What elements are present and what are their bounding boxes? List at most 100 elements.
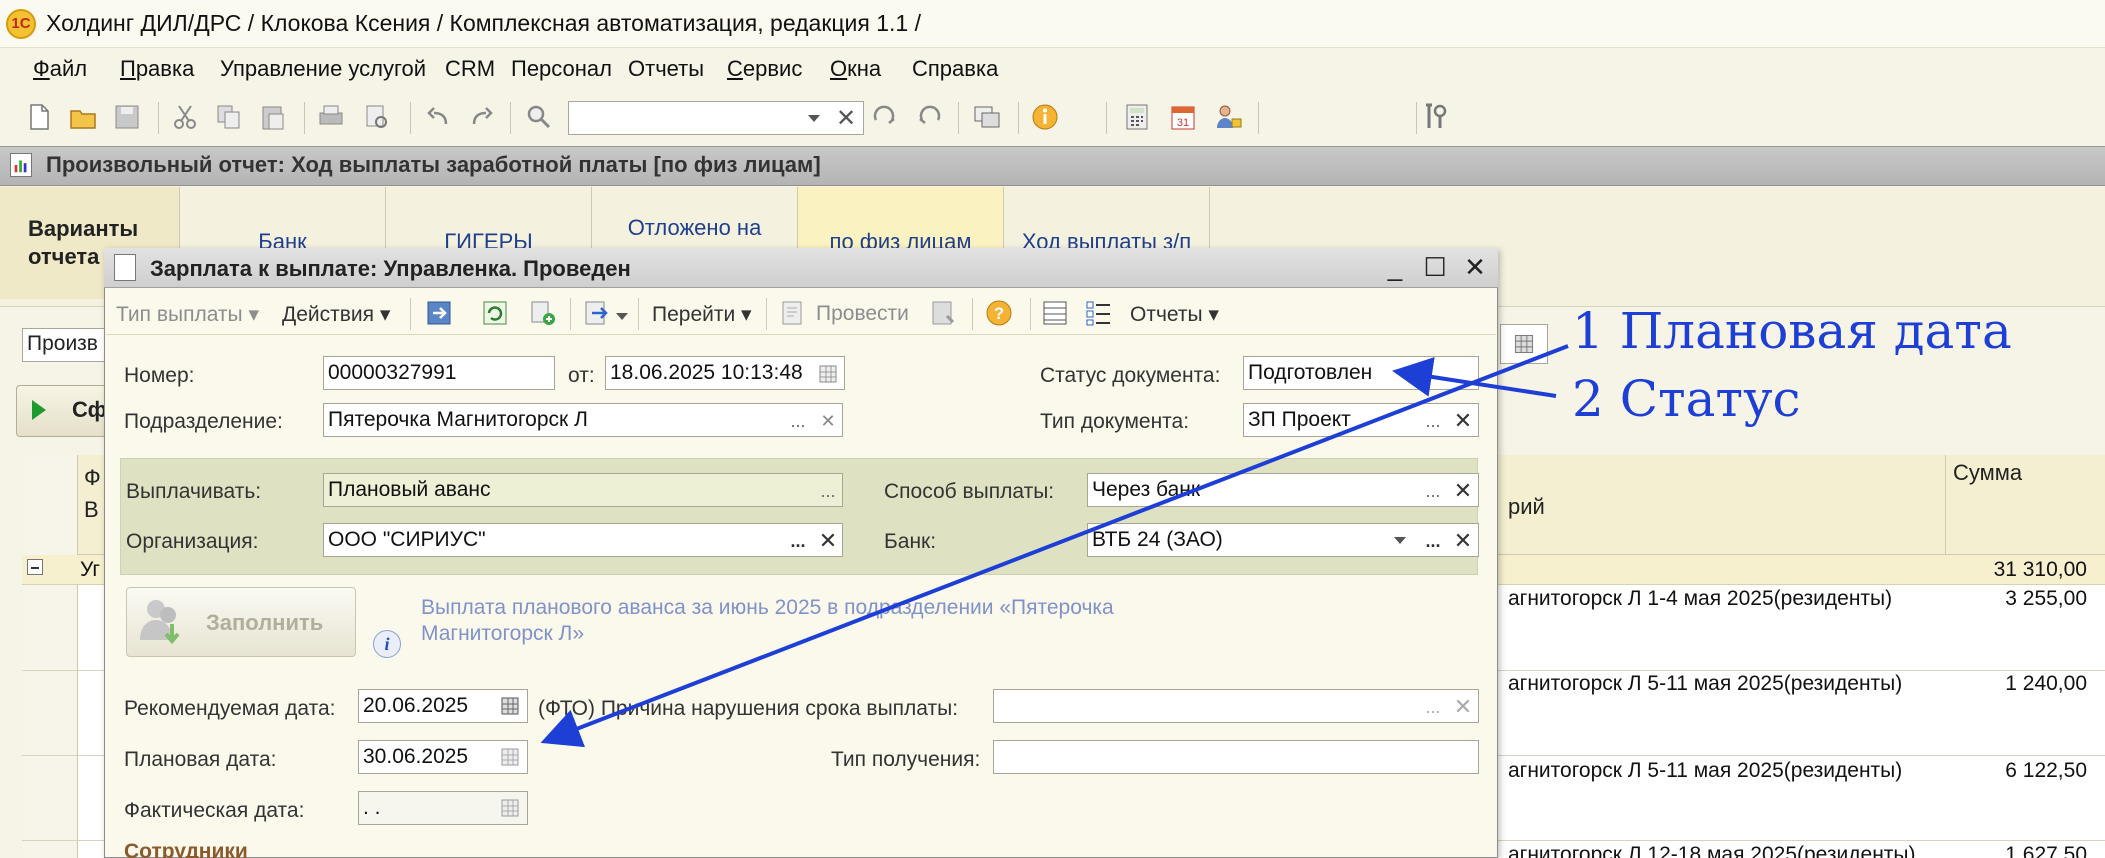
planned-date-label: Плановая дата: <box>124 748 277 771</box>
copy-document-icon[interactable] <box>528 298 558 328</box>
collapse-group-icon[interactable] <box>27 559 43 575</box>
enter-on-basis-icon[interactable] <box>582 298 612 328</box>
grid-row-sum: 3 255,00 <box>2005 587 2087 610</box>
reports-menu[interactable]: Отчеты ▾ <box>1130 302 1219 327</box>
calendar-icon[interactable] <box>500 798 520 818</box>
division-label: Подразделение: <box>124 410 283 433</box>
pay-type-menu[interactable]: Тип выплаты ▾ <box>116 302 259 327</box>
period-calendar-icon[interactable] <box>1500 324 1548 364</box>
info-help-icon[interactable] <box>1030 102 1060 132</box>
report-variant-select[interactable]: Произв <box>22 328 112 362</box>
redo-icon[interactable] <box>466 102 496 132</box>
menu-crm[interactable]: CRM <box>445 56 495 82</box>
number-label: Номер: <box>124 364 195 387</box>
delay-reason-clear-icon[interactable]: ✕ <box>1448 690 1478 724</box>
division-field[interactable]: Пятерочка Магнитогорск Л <box>323 403 843 437</box>
search-icon[interactable] <box>524 102 554 132</box>
maximize-button[interactable]: ☐ <box>1418 252 1452 284</box>
bank-select-button[interactable]: ... <box>1418 524 1448 558</box>
bank-dropdown-icon[interactable] <box>1394 537 1406 544</box>
refresh-icon[interactable] <box>480 298 510 328</box>
grid-row-text: агнитогорск Л 5-11 мая 2025(резиденты) <box>1508 672 1903 695</box>
save-icon[interactable] <box>112 102 142 132</box>
calendar-icon[interactable]: 31 <box>1168 102 1198 132</box>
status-label: Статус документа: <box>1040 364 1221 387</box>
organization-clear-icon[interactable]: ✕ <box>813 524 843 558</box>
delay-reason-field[interactable] <box>993 689 1479 723</box>
open-folder-icon[interactable] <box>68 102 98 132</box>
payment-method-label: Способ выплаты: <box>884 480 1055 503</box>
number-field[interactable]: 00000327991 <box>323 356 555 390</box>
windows-icon[interactable] <box>972 102 1002 132</box>
grid-total-sum: 31 310,00 <box>1993 558 2087 581</box>
grid-col-sum-label: Сумма <box>1953 460 2023 485</box>
menu-reports[interactable]: Отчеты <box>628 56 704 82</box>
payment-method-select-button[interactable]: ... <box>1418 474 1448 508</box>
print-preview-icon[interactable] <box>362 102 392 132</box>
grid-group-label: Уг <box>80 558 101 581</box>
document-type-select-button[interactable]: ... <box>1418 404 1448 438</box>
division-select-button[interactable]: ... <box>783 404 813 438</box>
report-list-icon[interactable] <box>1084 298 1114 328</box>
menu-service[interactable]: Сервис <box>727 56 802 82</box>
report-title: Произвольный отчет: Ход выплаты заработн… <box>46 152 821 177</box>
division-clear-icon[interactable]: ✕ <box>813 404 843 438</box>
employees-section-label: Сотрудники <box>124 840 248 858</box>
status-field[interactable]: Подготовлен <box>1243 356 1479 390</box>
copy-icon[interactable] <box>214 102 244 132</box>
menu-help[interactable]: Справка <box>912 56 998 82</box>
post-document-icon[interactable] <box>778 298 808 328</box>
organization-select-button[interactable]: ... <box>783 524 813 558</box>
save-close-icon[interactable] <box>424 298 454 328</box>
menu-edit[interactable]: Правка <box>120 56 194 82</box>
goto-menu[interactable]: Перейти ▾ <box>652 302 752 327</box>
print-document-icon[interactable] <box>928 298 958 328</box>
paste-icon[interactable] <box>258 102 288 132</box>
pay-field[interactable]: Плановый аванс <box>323 473 843 507</box>
new-document-icon[interactable] <box>24 102 54 132</box>
document-date-field[interactable]: 18.06.2025 10:13:48 <box>605 356 845 390</box>
grid-col-f-label: Ф В <box>84 465 101 522</box>
main-toolbar: 31 M M+ M- <box>0 96 2105 229</box>
tools-icon[interactable] <box>1420 102 1450 132</box>
menu-service-management[interactable]: Управление услугой <box>220 56 426 82</box>
fill-employees-icon <box>140 600 180 645</box>
search-dropdown-icon[interactable] <box>808 115 820 122</box>
cut-icon[interactable] <box>170 102 200 132</box>
fill-button-label: Заполнить <box>206 610 324 635</box>
grid-row-text: агнитогорск Л 12-18 мая 2025(резиденты) <box>1508 843 1916 858</box>
undo-icon[interactable] <box>424 102 454 132</box>
menu-windows[interactable]: Окна <box>830 56 881 82</box>
report-icon <box>10 153 32 177</box>
annotation-planned-date: 1 Плановая дата <box>1572 302 2012 360</box>
grid-row-sum: 1 627,50 <box>2005 843 2087 858</box>
pay-select-button[interactable]: ... <box>813 474 843 508</box>
print-icon[interactable] <box>316 102 346 132</box>
receive-type-field[interactable] <box>993 740 1479 774</box>
payment-method-clear-icon[interactable]: ✕ <box>1448 474 1478 508</box>
search-clear-icon[interactable]: ✕ <box>836 104 856 133</box>
find-next-icon[interactable] <box>870 102 900 132</box>
close-button[interactable]: ✕ <box>1458 252 1492 284</box>
calendar-icon[interactable] <box>500 747 520 767</box>
menu-file[interactable]: Файл <box>33 56 87 82</box>
help-icon[interactable]: ? <box>984 298 1014 328</box>
document-icon <box>114 254 136 281</box>
user-lock-icon[interactable] <box>1214 102 1244 132</box>
find-prev-icon[interactable] <box>914 102 944 132</box>
info-icon: i <box>373 630 401 658</box>
post-button[interactable]: Провести <box>816 302 909 326</box>
minimize-button[interactable]: _ <box>1378 252 1412 284</box>
calendar-icon[interactable] <box>500 696 520 716</box>
bank-clear-icon[interactable]: ✕ <box>1448 524 1478 558</box>
grid-col-comment-label: рий <box>1508 494 1545 519</box>
actions-menu[interactable]: Действия ▾ <box>282 302 390 327</box>
structure-icon[interactable] <box>1040 298 1070 328</box>
date-from-label: от: <box>568 364 595 387</box>
organization-field[interactable]: ООО "СИРИУС" <box>323 523 843 557</box>
menu-personnel[interactable]: Персонал <box>511 56 612 82</box>
delay-reason-select-button[interactable]: ... <box>1418 690 1448 724</box>
calculator-icon[interactable] <box>1122 102 1152 132</box>
document-type-clear-icon[interactable]: ✕ <box>1448 404 1478 438</box>
calendar-icon[interactable] <box>818 364 838 384</box>
